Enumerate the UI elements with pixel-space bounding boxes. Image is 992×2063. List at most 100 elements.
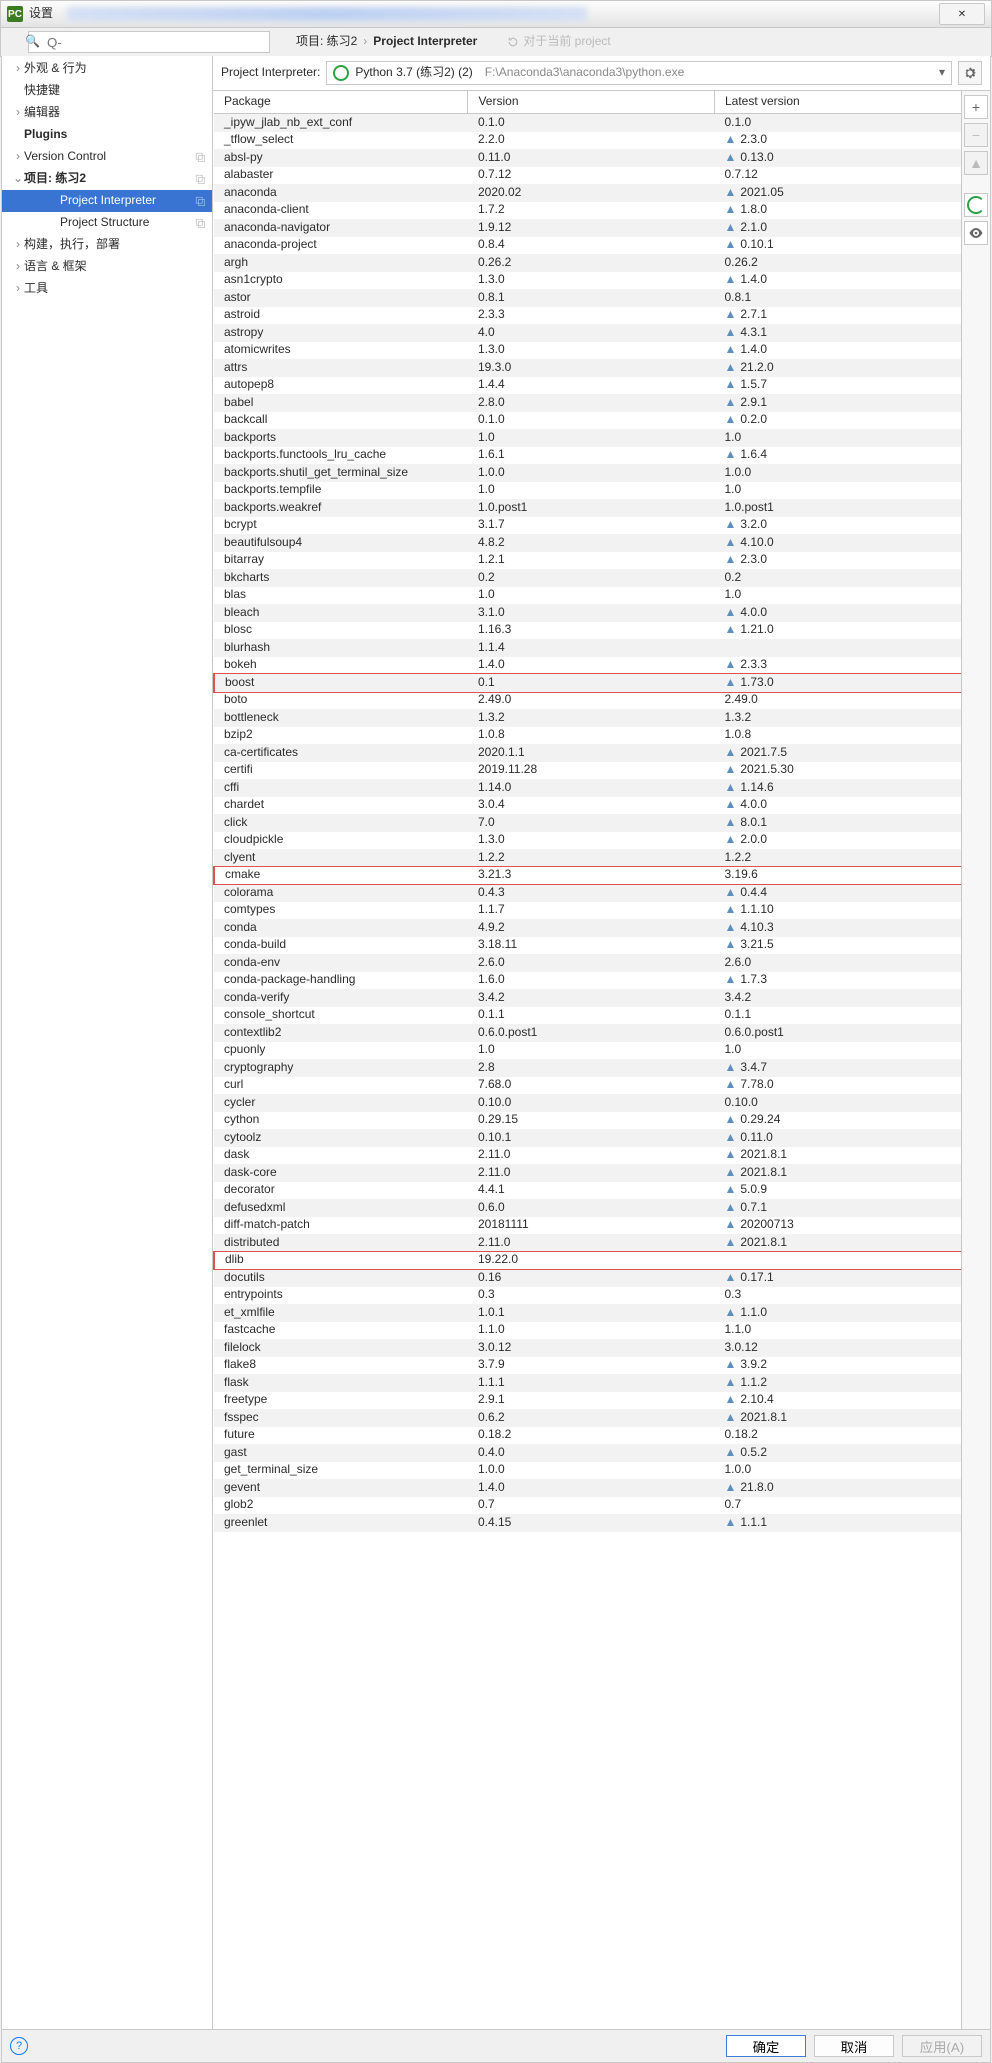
- table-row[interactable]: anaconda-navigator1.9.12▲2.1.0: [214, 219, 961, 237]
- table-row[interactable]: beautifulsoup44.8.2▲4.10.0: [214, 534, 961, 552]
- table-row[interactable]: anaconda-project0.8.4▲0.10.1: [214, 237, 961, 255]
- table-row[interactable]: click7.0▲8.0.1: [214, 814, 961, 832]
- nav-item--2[interactable]: ⌄项目: 练习2: [2, 168, 212, 190]
- table-row[interactable]: cryptography2.8▲3.4.7: [214, 1059, 961, 1077]
- table-row[interactable]: et_xmlfile1.0.1▲1.1.0: [214, 1304, 961, 1322]
- help-button[interactable]: ?: [10, 2037, 28, 2055]
- table-row[interactable]: anaconda2020.02▲2021.05: [214, 184, 961, 202]
- nav-item--[interactable]: ›编辑器: [2, 102, 212, 124]
- table-row[interactable]: distributed2.11.0▲2021.8.1: [214, 1234, 961, 1252]
- table-row[interactable]: argh0.26.20.26.2: [214, 254, 961, 272]
- table-row[interactable]: flask1.1.1▲1.1.2: [214, 1374, 961, 1392]
- table-row[interactable]: diff-match-patch20181111▲20200713: [214, 1217, 961, 1235]
- show-early-releases-button[interactable]: [964, 221, 988, 245]
- table-row[interactable]: backports.tempfile1.01.0: [214, 482, 961, 500]
- table-row[interactable]: gevent1.4.0▲21.8.0: [214, 1479, 961, 1497]
- table-row[interactable]: dlib19.22.0: [214, 1252, 961, 1270]
- table-row[interactable]: astroid2.3.3▲2.7.1: [214, 307, 961, 325]
- nav-item--[interactable]: ›语言 & 框架: [2, 256, 212, 278]
- table-row[interactable]: conda-package-handling1.6.0▲1.7.3: [214, 972, 961, 990]
- table-row[interactable]: docutils0.16▲0.17.1: [214, 1269, 961, 1287]
- table-row[interactable]: bkcharts0.20.2: [214, 569, 961, 587]
- interpreter-settings-gear[interactable]: [958, 61, 982, 85]
- nav-item-project-structure[interactable]: Project Structure: [2, 212, 212, 234]
- table-row[interactable]: blosc1.16.3▲1.21.0: [214, 622, 961, 640]
- table-row[interactable]: astor0.8.10.8.1: [214, 289, 961, 307]
- table-row[interactable]: cytoolz0.10.1▲0.11.0: [214, 1129, 961, 1147]
- table-row[interactable]: chardet3.0.4▲4.0.0: [214, 797, 961, 815]
- table-row[interactable]: blas1.01.0: [214, 587, 961, 605]
- table-row[interactable]: conda4.9.2▲4.10.3: [214, 919, 961, 937]
- table-row[interactable]: comtypes1.1.7▲1.1.10: [214, 902, 961, 920]
- table-row[interactable]: entrypoints0.30.3: [214, 1287, 961, 1305]
- table-row[interactable]: dask-core2.11.0▲2021.8.1: [214, 1164, 961, 1182]
- table-row[interactable]: babel2.8.0▲2.9.1: [214, 394, 961, 412]
- nav-item--[interactable]: ›构建，执行，部署: [2, 234, 212, 256]
- table-row[interactable]: attrs19.3.0▲21.2.0: [214, 359, 961, 377]
- upgrade-package-button[interactable]: ▲: [964, 151, 988, 175]
- packages-table[interactable]: Package Version Latest version _ipyw_jla…: [213, 91, 961, 1532]
- table-row[interactable]: bitarray1.2.1▲2.3.0: [214, 552, 961, 570]
- table-row[interactable]: colorama0.4.3▲0.4.4: [214, 884, 961, 902]
- scope-reset[interactable]: 对于当前 project: [507, 34, 610, 50]
- table-row[interactable]: clyent1.2.21.2.2: [214, 849, 961, 867]
- table-row[interactable]: greenlet0.4.15▲1.1.1: [214, 1514, 961, 1532]
- table-row[interactable]: curl7.68.0▲7.78.0: [214, 1077, 961, 1095]
- table-row[interactable]: backcall0.1.0▲0.2.0: [214, 412, 961, 430]
- table-row[interactable]: console_shortcut0.1.10.1.1: [214, 1007, 961, 1025]
- nav-item-plugins[interactable]: Plugins: [2, 124, 212, 146]
- table-row[interactable]: bcrypt3.1.7▲3.2.0: [214, 517, 961, 535]
- column-version[interactable]: Version: [468, 91, 715, 114]
- table-row[interactable]: conda-env2.6.02.6.0: [214, 954, 961, 972]
- remove-package-button[interactable]: −: [964, 123, 988, 147]
- table-row[interactable]: _ipyw_jlab_nb_ext_conf0.1.00.1.0: [214, 114, 961, 132]
- settings-tree[interactable]: ›外观 & 行为快捷键›编辑器Plugins›Version Control⌄项…: [2, 56, 213, 2030]
- table-row[interactable]: astropy4.0▲4.3.1: [214, 324, 961, 342]
- window-close-button[interactable]: ✕: [939, 3, 985, 25]
- table-row[interactable]: decorator4.4.1▲5.0.9: [214, 1182, 961, 1200]
- nav-item-project-interpreter[interactable]: Project Interpreter: [2, 190, 212, 212]
- table-row[interactable]: bokeh1.4.0▲2.3.3: [214, 657, 961, 675]
- table-row[interactable]: fsspec0.6.2▲2021.8.1: [214, 1409, 961, 1427]
- table-row[interactable]: boto2.49.02.49.0: [214, 692, 961, 710]
- cancel-button[interactable]: 取消: [814, 2035, 894, 2057]
- table-row[interactable]: cloudpickle1.3.0▲2.0.0: [214, 832, 961, 850]
- nav-item--[interactable]: ›工具: [2, 278, 212, 300]
- table-row[interactable]: cmake3.21.33.19.6: [214, 867, 961, 885]
- table-row[interactable]: backports1.01.0: [214, 429, 961, 447]
- table-row[interactable]: dask2.11.0▲2021.8.1: [214, 1147, 961, 1165]
- table-row[interactable]: contextlib20.6.0.post10.6.0.post1: [214, 1024, 961, 1042]
- table-row[interactable]: future0.18.20.18.2: [214, 1427, 961, 1445]
- table-row[interactable]: flake83.7.9▲3.9.2: [214, 1357, 961, 1375]
- table-row[interactable]: glob20.70.7: [214, 1497, 961, 1515]
- table-row[interactable]: cycler0.10.00.10.0: [214, 1094, 961, 1112]
- table-row[interactable]: freetype2.9.1▲2.10.4: [214, 1392, 961, 1410]
- table-row[interactable]: anaconda-client1.7.2▲1.8.0: [214, 202, 961, 220]
- ok-button[interactable]: 确定: [726, 2035, 806, 2057]
- table-row[interactable]: cpuonly1.01.0: [214, 1042, 961, 1060]
- column-latest[interactable]: Latest version: [714, 91, 961, 114]
- table-row[interactable]: defusedxml0.6.0▲0.7.1: [214, 1199, 961, 1217]
- table-row[interactable]: autopep81.4.4▲1.5.7: [214, 377, 961, 395]
- column-package[interactable]: Package: [214, 91, 468, 114]
- table-row[interactable]: conda-verify3.4.23.4.2: [214, 989, 961, 1007]
- apply-button[interactable]: 应用(A): [902, 2035, 982, 2057]
- table-row[interactable]: backports.shutil_get_terminal_size1.0.01…: [214, 464, 961, 482]
- nav-item--[interactable]: ›外观 & 行为: [2, 58, 212, 80]
- table-row[interactable]: bottleneck1.3.21.3.2: [214, 709, 961, 727]
- table-row[interactable]: cython0.29.15▲0.29.24: [214, 1112, 961, 1130]
- table-row[interactable]: gast0.4.0▲0.5.2: [214, 1444, 961, 1462]
- table-row[interactable]: bleach3.1.0▲4.0.0: [214, 604, 961, 622]
- table-row[interactable]: cffi1.14.0▲1.14.6: [214, 779, 961, 797]
- table-row[interactable]: certifi2019.11.28▲2021.5.30: [214, 762, 961, 780]
- table-row[interactable]: alabaster0.7.120.7.12: [214, 167, 961, 185]
- table-row[interactable]: backports.weakref1.0.post11.0.post1: [214, 499, 961, 517]
- table-row[interactable]: conda-build3.18.11▲3.21.5: [214, 937, 961, 955]
- table-row[interactable]: filelock3.0.123.0.12: [214, 1339, 961, 1357]
- search-input[interactable]: [28, 31, 270, 53]
- table-row[interactable]: boost0.1▲1.73.0: [214, 674, 961, 692]
- table-row[interactable]: atomicwrites1.3.0▲1.4.0: [214, 342, 961, 360]
- table-row[interactable]: asn1crypto1.3.0▲1.4.0: [214, 272, 961, 290]
- table-row[interactable]: backports.functools_lru_cache1.6.1▲1.6.4: [214, 447, 961, 465]
- table-row[interactable]: blurhash1.1.4: [214, 639, 961, 657]
